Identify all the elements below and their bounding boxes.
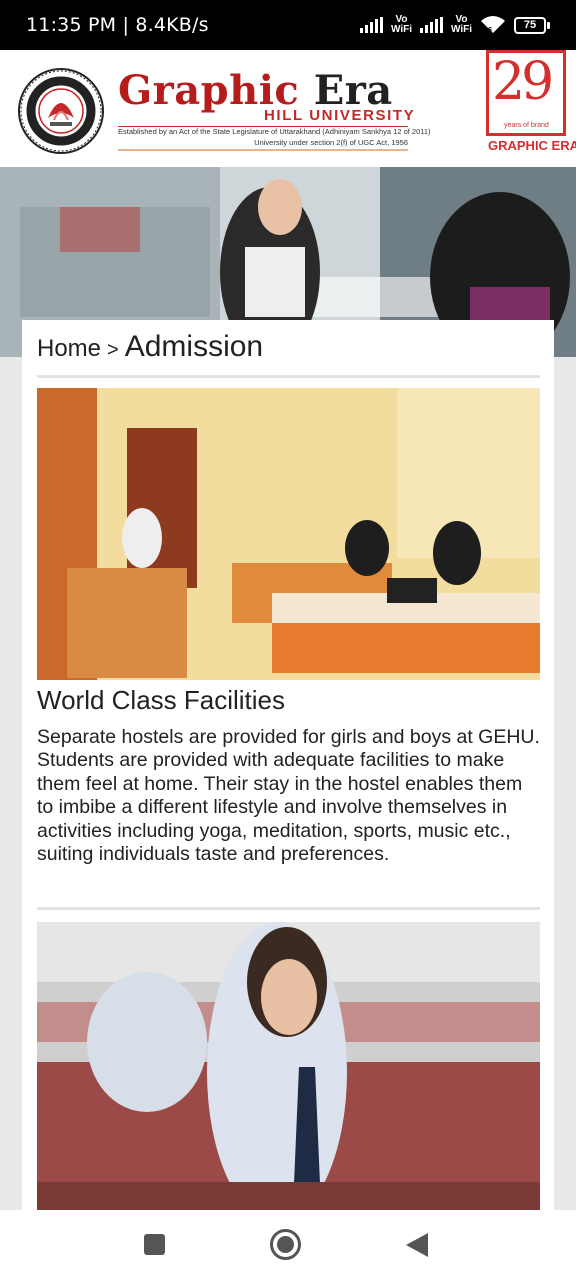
battery-icon: 75 — [514, 16, 550, 34]
site-header: Graphic Era HILL UNIVERSITY Established … — [0, 50, 576, 167]
recents-square-icon[interactable] — [143, 1233, 166, 1256]
brand-ugc-text: University under section 2(f) of UGC Act… — [254, 138, 408, 147]
home-circle-icon[interactable] — [269, 1228, 302, 1261]
anniversary-badge: 29 years of brand GRAPHIC ERA — [484, 50, 576, 154]
badge-years-text: years of brand — [504, 122, 549, 129]
badge-brand-text: GRAPHIC ERA — [488, 138, 576, 153]
signal-icon — [419, 17, 443, 33]
section-body: Separate hostels are provided for girls … — [37, 726, 540, 866]
content-card: Home > Admission World Class Facilities … — [22, 320, 554, 1220]
status-time: 11:35 PM | 8.4KB/s — [26, 14, 209, 36]
vowifi-label-1: Vo WiFi — [390, 14, 412, 35]
brand-name: Graphic Era — [118, 70, 418, 112]
breadcrumb-separator: > — [107, 339, 119, 361]
back-triangle-icon[interactable] — [405, 1232, 429, 1258]
svg-text:6: 6 — [488, 27, 492, 34]
hostel-room-illustration — [37, 388, 540, 680]
brand-rule — [118, 149, 408, 151]
breadcrumb-divider — [37, 375, 540, 378]
status-icons: Vo WiFi Vo WiFi 6 75 — [359, 14, 550, 35]
classroom-illustration — [37, 922, 540, 1220]
wifi-icon: 6 — [481, 16, 505, 34]
status-bar: 11:35 PM | 8.4KB/s Vo WiFi Vo WiFi 6 75 — [0, 0, 576, 50]
section-divider — [37, 907, 540, 910]
battery-level: 75 — [523, 19, 537, 31]
breadcrumb-home-link[interactable]: Home — [37, 335, 101, 363]
classroom-photo — [37, 922, 540, 1220]
brand-wordmark[interactable]: Graphic Era HILL UNIVERSITY Established … — [118, 70, 431, 151]
brand-subtitle: HILL UNIVERSITY — [264, 107, 416, 124]
page-title: Admission — [124, 330, 264, 363]
hostel-room-photo — [37, 388, 540, 680]
section-title: World Class Facilities — [37, 685, 286, 715]
brand-establishment-text: Established by an Act of the State Legis… — [118, 127, 431, 136]
badge-number: 29 — [492, 52, 554, 112]
university-seal-logo[interactable] — [18, 68, 104, 154]
vowifi-label-2: Vo WiFi — [450, 14, 472, 35]
breadcrumb: Home > Admission — [37, 330, 263, 364]
signal-icon — [359, 17, 383, 33]
system-nav-bar — [0, 1210, 576, 1280]
